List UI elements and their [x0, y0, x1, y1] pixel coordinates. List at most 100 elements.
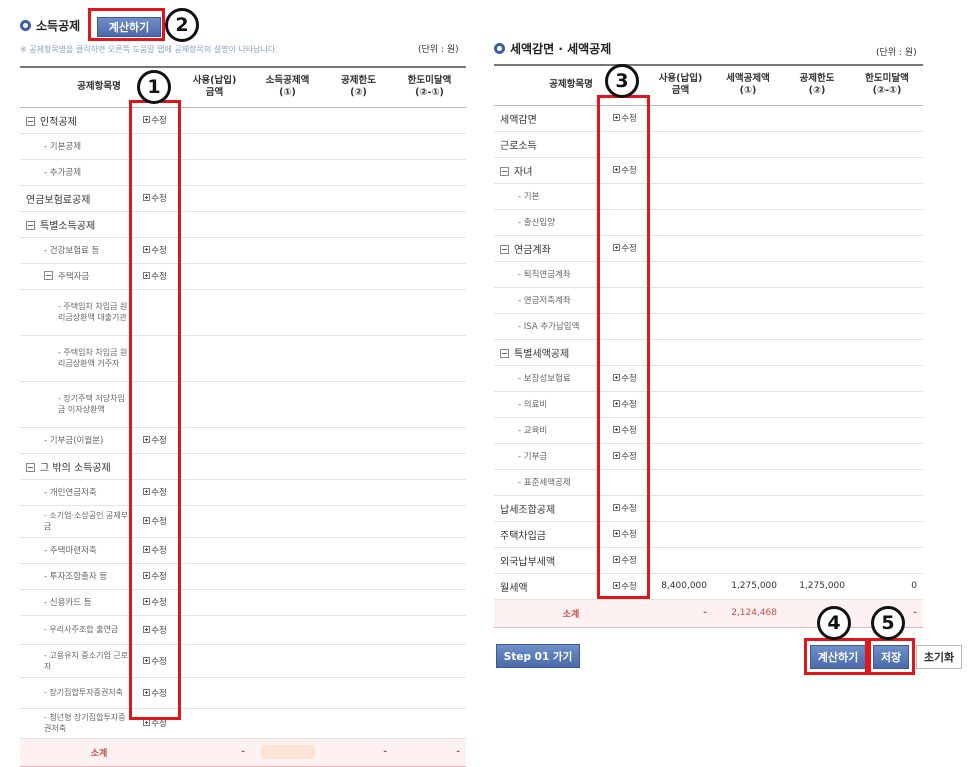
row-label[interactable]: 납세조합공제	[494, 495, 602, 522]
row-label[interactable]: - 청년형 장기집합투자증권저축	[20, 708, 132, 739]
table-row: - 표준세액공제	[494, 469, 924, 496]
table-row: - ISA 추가납입액	[494, 313, 924, 340]
table-row: - 연금저축계좌	[494, 287, 924, 314]
bullet-icon	[20, 20, 31, 31]
col-credit: 세액공제액 (①)	[713, 64, 784, 106]
row-label[interactable]: - 기본공제	[20, 133, 132, 160]
table-row: 주택자금 수정	[20, 263, 467, 290]
row-label[interactable]: - 교육비	[494, 417, 602, 444]
callout-4: 4	[817, 606, 851, 640]
total-row: 소계 - - -	[20, 737, 467, 767]
reset-button[interactable]: 초기화	[916, 645, 962, 669]
row-label[interactable]: - ISA 추가납입액	[494, 313, 602, 340]
row-label[interactable]: - 신용카드 등	[20, 589, 132, 616]
table-row: - 소기업·소상공인 공제부금 수정	[20, 505, 467, 538]
credit-value: 1,275,000	[713, 573, 784, 600]
bullet-icon	[494, 43, 505, 54]
table-row: 인적공제 수정	[20, 107, 467, 134]
row-label[interactable]: - 우리사주조합 출연금	[20, 615, 132, 645]
row-label[interactable]: - 기부금(이월분)	[20, 427, 132, 454]
row-label[interactable]: 월세액	[494, 573, 602, 600]
row-label[interactable]: - 기부금	[494, 443, 602, 470]
table-row: - 보장성보험료 수정	[494, 365, 924, 392]
table-row: 특별소득공제	[20, 211, 467, 238]
callout-1: 1	[137, 70, 171, 104]
row-label[interactable]: 특별소득공제	[20, 211, 132, 238]
row-label[interactable]: 자녀	[494, 157, 602, 184]
help-note: ※ 공제항목명을 클릭하면 오른쪽 도움말 탭에 공제항목의 설명이 나타납니다…	[20, 45, 278, 54]
row-label[interactable]: 주택차입금	[494, 521, 602, 548]
row-label[interactable]: - 주택임차 차입금 원리금상환액 대출기관	[20, 289, 132, 336]
table-row: - 건강보험료 등 수정	[20, 237, 467, 264]
row-label[interactable]: - 보장성보험료	[494, 365, 602, 392]
table-row: - 신용카드 등 수정	[20, 589, 467, 616]
table-row: - 고용유지 중소기업 근로자 수정	[20, 644, 467, 678]
collapse-icon[interactable]	[500, 166, 509, 176]
collapse-icon[interactable]	[500, 348, 509, 358]
row-label[interactable]: - 장기주택 저당차입금 이자상환액	[20, 381, 132, 428]
under-limit-value: 0	[851, 573, 924, 600]
row-label[interactable]: - 주택마련저축	[20, 537, 132, 564]
table-row: - 장기집합투자증권저축 수정	[20, 677, 467, 709]
row-label[interactable]: - 연금저축계좌	[494, 287, 602, 314]
table-row: 연금보험료공제 수정	[20, 185, 467, 212]
table-row: 연금계좌 수정	[494, 235, 924, 262]
tax-credit-table: 공제항목명 사용(납입) 금액 세액공제액 (①) 공제한도 (②) 한도미달액 (②-…	[494, 64, 924, 628]
table-row: 납세조합공제 수정	[494, 495, 924, 522]
table-row: - 기부금 수정	[494, 443, 924, 470]
row-label[interactable]: - 출산입양	[494, 209, 602, 236]
callout-3: 3	[605, 64, 639, 98]
row-label[interactable]: 외국납부세액	[494, 547, 602, 574]
row-label[interactable]: 연금계좌	[494, 235, 602, 262]
collapse-icon[interactable]	[26, 116, 35, 126]
left-title-text: 소득공제	[36, 19, 81, 33]
table-row: 월세액 수정 8,400,000 1,275,000 1,275,000 0	[494, 573, 924, 600]
row-label[interactable]: 그 밖의 소득공제	[20, 453, 132, 480]
row-label[interactable]: - 장기집합투자증권저축	[20, 677, 132, 709]
collapse-icon[interactable]	[26, 462, 35, 472]
table-row: 특별세액공제	[494, 339, 924, 366]
row-label[interactable]: - 기본	[494, 183, 602, 210]
row-label[interactable]: - 추가공제	[20, 159, 132, 186]
amount-value: 8,400,000	[648, 573, 714, 600]
row-label[interactable]: - 개인연금저축	[20, 479, 132, 506]
row-label[interactable]: - 고용유지 중소기업 근로자	[20, 644, 132, 678]
row-label[interactable]: - 소기업·소상공인 공제부금	[20, 505, 132, 538]
row-label[interactable]: 세액감면	[494, 105, 602, 132]
table-row: - 주택임차 차입금 원리금상환액 거주자	[20, 335, 467, 382]
table-row: - 기본공제	[20, 133, 467, 160]
table-row: - 장기주택 저당차입금 이자상환액	[20, 381, 467, 428]
row-label[interactable]: 인적공제	[20, 107, 132, 134]
row-label[interactable]: - 표준세액공제	[494, 469, 602, 496]
total-limit: -	[324, 737, 394, 767]
row-label[interactable]: 주택자금	[20, 263, 132, 290]
table-row: 주택차입금 수정	[494, 521, 924, 548]
limit-value: 1,275,000	[783, 573, 852, 600]
table-row: - 주택마련저축 수정	[20, 537, 467, 564]
row-label[interactable]: 근로소득	[494, 131, 602, 158]
row-label[interactable]: 특별세액공제	[494, 339, 602, 366]
table-row: - 개인연금저축 수정	[20, 479, 467, 506]
step01-button[interactable]: Step 01 가기	[496, 644, 580, 668]
table-row: - 청년형 장기집합투자증권저축 수정	[20, 708, 467, 739]
col-under-limit: 한도미달액 (②-①)	[393, 66, 467, 108]
total-amount: -	[648, 598, 714, 628]
total-row: 소계 - 2,124,468 -	[494, 598, 924, 628]
row-label[interactable]: - 의료비	[494, 391, 602, 418]
row-label[interactable]: 연금보험료공제	[20, 185, 132, 212]
left-section-title: 소득공제	[20, 17, 80, 34]
col-amount: 사용(납입) 금액	[178, 66, 252, 108]
row-label[interactable]: - 주택임차 차입금 원리금상환액 거주자	[20, 335, 132, 382]
row-label[interactable]: - 건강보험료 등	[20, 237, 132, 264]
row-label[interactable]: - 투자조합출자 등	[20, 563, 132, 590]
collapse-icon[interactable]	[500, 244, 509, 254]
row-label[interactable]: - 퇴직연금계좌	[494, 261, 602, 288]
collapse-icon[interactable]	[26, 220, 35, 230]
table-row: 그 밖의 소득공제	[20, 453, 467, 480]
left-unit-label: (단위 : 원)	[418, 45, 459, 55]
highlight-box-5	[868, 638, 915, 675]
highlight-box-3	[597, 95, 650, 599]
total-label: 소계	[20, 737, 179, 767]
collapse-icon[interactable]	[44, 271, 53, 280]
table-row: - 기부금(이월분) 수정	[20, 427, 467, 454]
